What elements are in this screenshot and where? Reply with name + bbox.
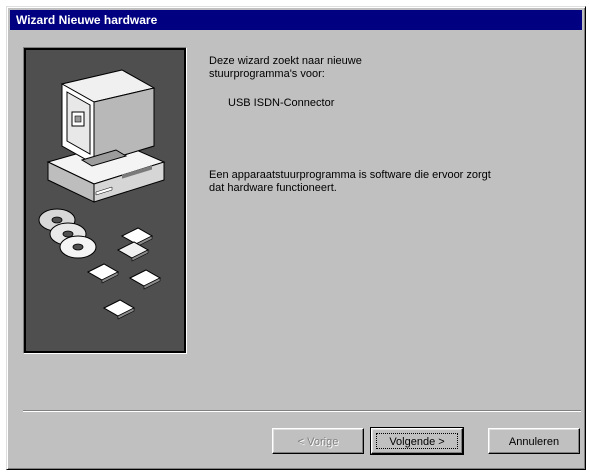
window-title: Wizard Nieuwe hardware — [16, 13, 158, 27]
description-line-2: dat hardware functioneert. — [209, 182, 337, 194]
wizard-dialog: Wizard Nieuwe hardware Deze wizard zoekt… — [6, 6, 586, 470]
cancel-button[interactable]: Annuleren — [488, 428, 580, 454]
device-name: USB ISDN-Connector — [228, 97, 335, 109]
computer-icon — [46, 69, 166, 203]
back-button[interactable]: < Vorige — [272, 428, 364, 454]
floppy-disk-icon — [86, 227, 162, 320]
cd-disc-icon — [38, 208, 97, 259]
side-panel-illustration — [38, 69, 166, 320]
driver-description: Een apparaatstuurprogramma is software d… — [209, 169, 579, 195]
side-panel-background — [26, 50, 184, 351]
intro-line-2: stuurprogramma's voor: — [209, 68, 325, 80]
button-separator — [23, 410, 581, 412]
title-bar[interactable]: Wizard Nieuwe hardware — [10, 10, 582, 30]
next-button[interactable]: Volgende > — [370, 427, 464, 455]
wizard-side-panel — [23, 47, 187, 354]
intro-text: Deze wizard zoekt naar nieuwe stuurprogr… — [209, 55, 469, 81]
intro-line-1: Deze wizard zoekt naar nieuwe — [209, 55, 362, 67]
description-line-1: Een apparaatstuurprogramma is software d… — [209, 169, 491, 181]
next-button-label: Volgende > — [389, 436, 445, 448]
